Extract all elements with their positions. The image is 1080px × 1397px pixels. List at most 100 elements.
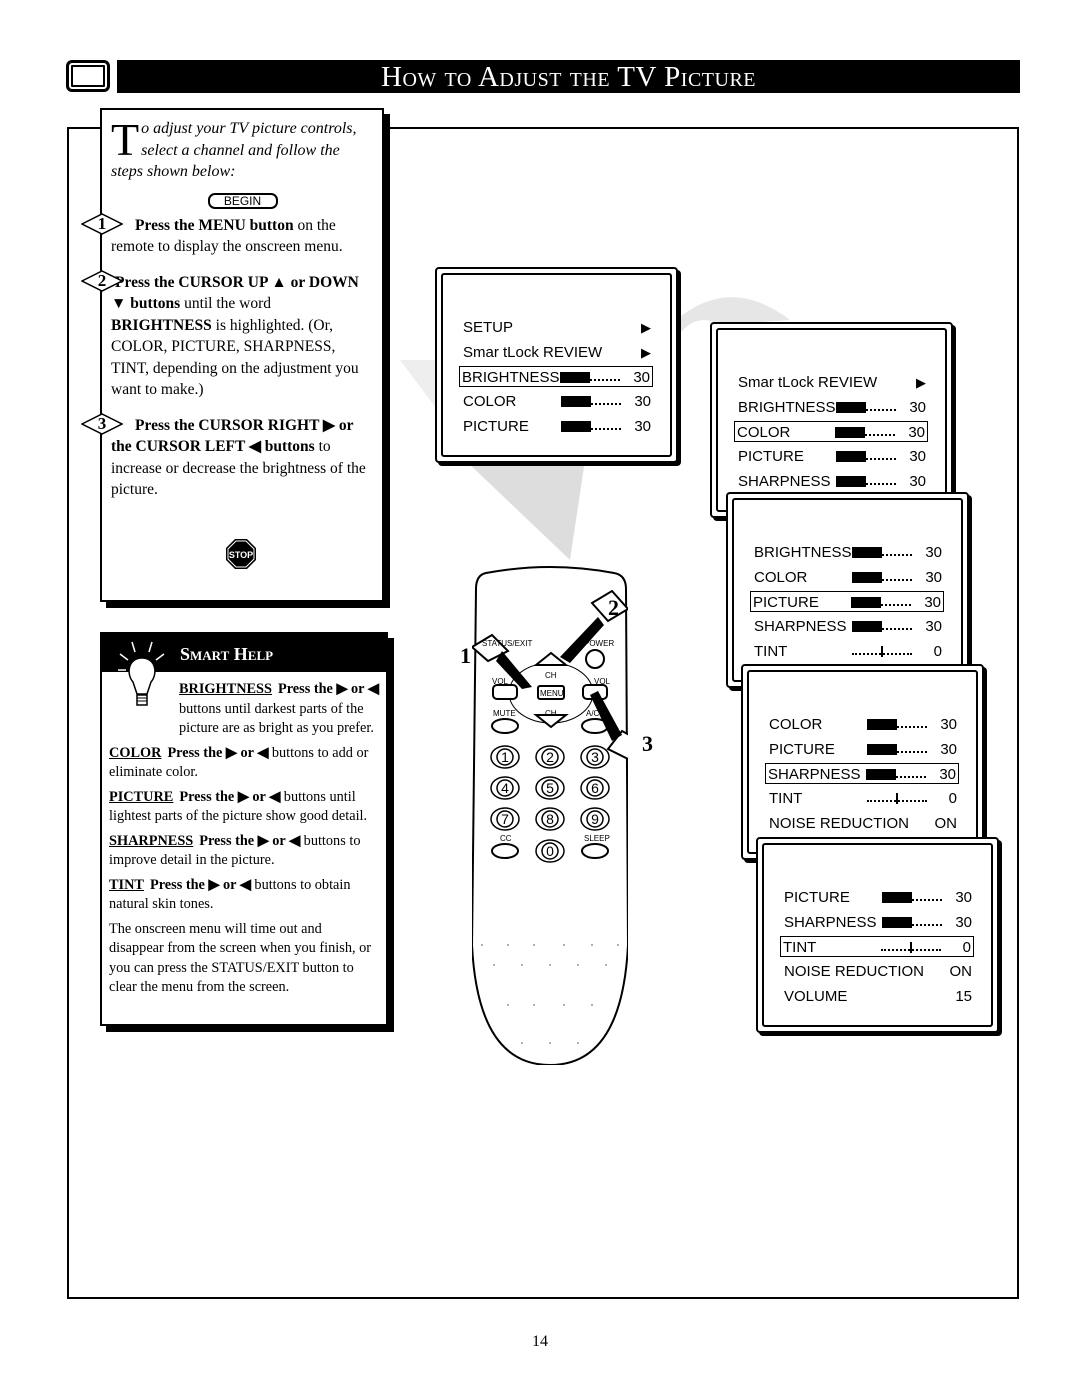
onscreen-menu-5: PICTURE 30 SHARPNESS 30 TINT 0 NOISE REDUCTION… [756, 837, 999, 1033]
onscreen-menu-1: SETUP ▶ Smar tLock REVIEW ▶ BRIGHTNESS 30 COLO… [435, 267, 678, 463]
menu-row[interactable]: PICTURE 30 [767, 739, 959, 760]
menu-row-value: 0 [948, 790, 957, 808]
menu-row-value: 30 [634, 417, 651, 435]
onscreen-menu-2: Smar tLock REVIEW ▶ BRIGHTNESS 30 COLOR 30 PIC… [710, 322, 953, 518]
level-bar [882, 892, 942, 903]
help-term: PICTURE [109, 788, 174, 805]
menu-row[interactable]: COLOR 30 [767, 714, 959, 735]
menu-row[interactable]: TINT 0 [767, 788, 959, 809]
step-number: 1 [97, 213, 107, 233]
center-bar [852, 645, 912, 657]
menu-row-value: 30 [909, 398, 926, 416]
menu-row[interactable]: PICTURE 30 [750, 591, 944, 613]
menu-row-label: NOISE REDUCTION [784, 963, 925, 981]
menu-row[interactable]: VOLUME 15 [782, 986, 974, 1007]
callout-3: 3 [642, 731, 653, 756]
menu-row[interactable]: TINT 0 [752, 641, 944, 662]
level-bar [561, 420, 621, 432]
menu-row[interactable]: TINT 0 [780, 936, 974, 958]
lightbulb-icon [118, 641, 165, 706]
help-bold: Press the ▶ or ◀ [277, 681, 379, 697]
menu-row[interactable]: Smar tLock REVIEW ▶ [461, 342, 653, 363]
menu-row-label: PICTURE [738, 448, 804, 466]
menu-row-label: Smar tLock REVIEW [463, 343, 603, 361]
menu-row[interactable]: COLOR 30 [461, 391, 653, 412]
menu-row-label: PICTURE [753, 594, 819, 612]
status-exit-label: STATUS/EXIT [482, 639, 533, 648]
intro-lead: o adjust your TV picture controls, selec… [111, 120, 357, 180]
menu-row-label: SHARPNESS [784, 913, 877, 931]
menu-row[interactable]: PICTURE 30 [782, 887, 974, 908]
level-bar [852, 547, 912, 558]
page-number: 14 [532, 1333, 548, 1350]
step-1: 1 Press the MENU button on the remote to … [80, 212, 374, 258]
sleep-label: SLEEP [584, 834, 610, 843]
menu-row[interactable]: BRIGHTNESS 30 [459, 366, 653, 388]
help-bold: Press the ▶ or ◀ [167, 744, 269, 761]
level-bar [836, 451, 896, 463]
stop-label: STOP [229, 550, 253, 560]
help-item-sharpness: SHARPNESS Press the ▶ or ◀ buttons to imp… [109, 832, 380, 871]
menu-row[interactable]: SHARPNESS 30 [736, 471, 928, 492]
menu-row-label: SHARPNESS [738, 472, 831, 490]
step-number-badge: 1 [80, 212, 124, 235]
menu-row[interactable]: COLOR 30 [752, 567, 944, 588]
step-bold-text: Press the MENU button [135, 216, 294, 234]
level-bar [867, 719, 927, 730]
menu-row[interactable]: PICTURE 30 [461, 416, 653, 437]
menu-row-label: COLOR [463, 393, 517, 411]
step-number: 2 [97, 270, 107, 290]
menu-row-value: 30 [925, 568, 942, 586]
page-title: How to Adjust the TV Picture [117, 60, 1020, 93]
menu-row-label: SHARPNESS [754, 618, 847, 636]
intro-text: To adjust your TV picture controls, sele… [111, 114, 374, 183]
menu-row-value: 30 [955, 913, 972, 931]
menu-row[interactable]: BRIGHTNESS 30 [752, 542, 944, 563]
help-bold: Press the ▶ or ◀ [199, 832, 301, 849]
menu-row-value: 30 [940, 716, 957, 733]
level-bar [836, 475, 896, 487]
menu-row-value: 30 [924, 594, 941, 612]
menu-row[interactable]: SHARPNESS 30 [765, 763, 959, 785]
center-bar [867, 793, 927, 805]
center-bar [881, 942, 941, 954]
menu-row-label: PICTURE [463, 417, 529, 435]
tv-icon [66, 60, 110, 92]
help-bold: Press the ▶ or ◀ [179, 788, 281, 805]
submenu-arrow-icon: ▶ [641, 320, 651, 335]
vol-left-label: VOL [492, 677, 509, 686]
help-item-picture: PICTURE Press the ▶ or ◀ buttons until li… [109, 788, 380, 827]
level-bar [561, 396, 621, 408]
level-bar [560, 372, 620, 384]
menu-row[interactable]: Smar tLock REVIEW ▶ [736, 372, 928, 393]
menu-row[interactable]: SHARPNESS 30 [782, 912, 974, 933]
menu-row[interactable]: COLOR 30 [734, 421, 928, 443]
menu-row[interactable]: SHARPNESS 30 [752, 616, 944, 637]
ch-down-label: CH [545, 709, 557, 718]
menu-row[interactable]: NOISE REDUCTION ON [782, 961, 974, 982]
menu-row-label: COLOR [769, 716, 823, 733]
level-bar [852, 621, 912, 633]
menu-row[interactable]: SETUP ▶ [461, 317, 653, 338]
cc-label: CC [500, 834, 512, 843]
menu-row-label: PICTURE [784, 889, 850, 906]
menu-row-label: TINT [754, 642, 788, 660]
menu-row-label: BRIGHTNESS [738, 398, 836, 416]
menu-row-value: 30 [939, 766, 956, 784]
menu-row[interactable]: PICTURE 30 [736, 446, 928, 467]
remote-labels: STATUS/EXIT POWER CH VOL VOL MENU MUTE C… [460, 565, 672, 865]
menu-row-label: PICTURE [769, 740, 835, 758]
help-term: BRIGHTNESS [179, 681, 272, 697]
drop-cap: T [111, 114, 140, 165]
level-bar [867, 743, 927, 755]
menu-row-value: 30 [909, 448, 926, 466]
menu-row-value: 30 [925, 618, 942, 636]
step-number-badge: 2 [80, 269, 124, 292]
help-bold: Press the ▶ or ◀ [149, 876, 251, 893]
level-bar [836, 401, 896, 413]
menu-row-value: 30 [908, 424, 925, 442]
onscreen-menu-4: COLOR 30 PICTURE 30 SHARPNESS 30 TINT 0 NOISE RE… [741, 664, 984, 860]
menu-row[interactable]: NOISE REDUCTION ON [767, 813, 959, 834]
help-term: TINT [109, 876, 144, 893]
menu-row[interactable]: BRIGHTNESS 30 [736, 397, 928, 418]
